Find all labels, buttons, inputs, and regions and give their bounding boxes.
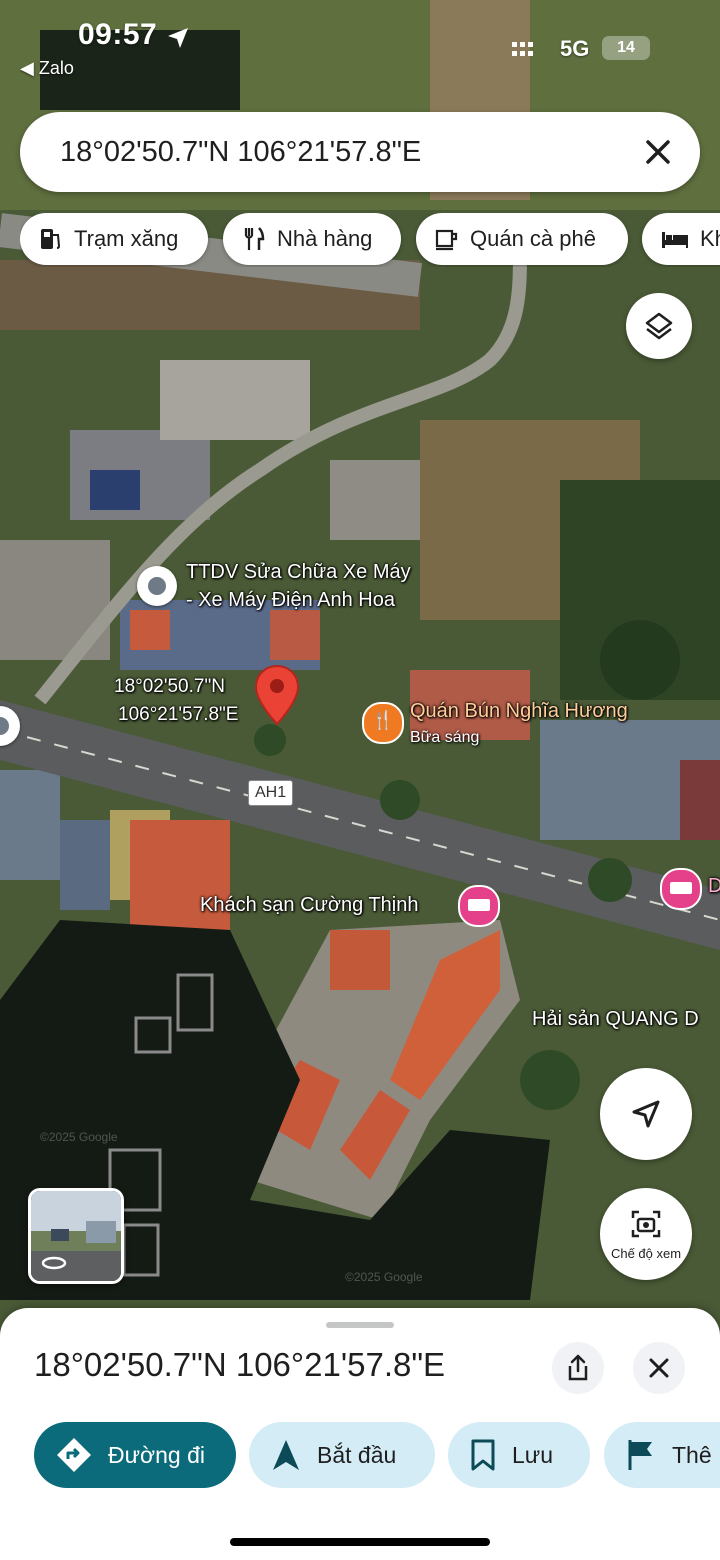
add-label-text: Thê — [672, 1441, 712, 1468]
bookmark-icon — [471, 1439, 495, 1471]
place-bottom-sheet[interactable]: 18°02'50.7"N 106°21'57.8"E Đường đi Bắt … — [0, 1308, 720, 1560]
save-label: Lưu — [512, 1441, 553, 1468]
street-view-thumbnail[interactable] — [28, 1188, 124, 1284]
place-marker-hotel-right[interactable] — [660, 868, 702, 910]
location-dot-icon — [0, 717, 9, 735]
chip-label: Trạm xăng — [74, 226, 179, 251]
back-to-app-link[interactable]: ◀ Zalo — [20, 58, 74, 79]
my-location-button[interactable] — [600, 1068, 692, 1160]
add-label-button[interactable]: Thê — [604, 1422, 720, 1488]
place-category-noodle: Bữa sáng — [410, 729, 480, 746]
save-button[interactable]: Lưu — [448, 1422, 590, 1488]
place-marker-restaurant[interactable]: 🍴 — [362, 702, 404, 744]
battery-icon: 14 — [602, 36, 650, 60]
start-label: Bắt đầu — [317, 1441, 397, 1468]
chip-gas-station[interactable]: Trạm xăng — [20, 213, 208, 265]
network-type: 5G — [560, 36, 590, 61]
directions-button[interactable]: Đường đi — [34, 1422, 236, 1488]
view-mode-label: Chế độ xem — [610, 1246, 682, 1261]
bed-icon — [468, 899, 490, 911]
place-label-repair-line1[interactable]: TTDV Sửa Chữa Xe Máy — [186, 561, 411, 584]
status-time: 09:57 — [78, 18, 158, 51]
road-shield: AH1 — [248, 780, 294, 806]
place-marker-repair[interactable] — [137, 566, 177, 606]
battery-level: 14 — [617, 39, 635, 56]
place-label-seafood[interactable]: Hải sản QUANG D — [532, 1008, 699, 1031]
action-buttons: Đường đi Bắt đầu Lưu Thê — [0, 1422, 720, 1492]
layers-button[interactable] — [626, 293, 692, 359]
location-dot-icon — [148, 577, 166, 595]
navigation-arrow-icon — [632, 1100, 660, 1128]
place-label-hotel[interactable]: Khách sạn Cường Thịnh — [200, 894, 419, 917]
share-icon — [568, 1354, 588, 1381]
search-input[interactable]: 18°02'50.7"N 106°21'57.8"E — [60, 112, 421, 192]
fork-knife-icon: 🍴 — [371, 710, 395, 731]
map-pin-icon[interactable] — [254, 664, 300, 726]
view-mode-button[interactable]: Chế độ xem — [600, 1188, 692, 1280]
gas-station-icon — [41, 229, 61, 249]
chip-label: Kh — [700, 226, 720, 251]
chip-hotel[interactable]: Kh — [642, 213, 720, 265]
layers-icon — [645, 312, 673, 340]
pin-label-lat: 18°02'50.7"N — [114, 676, 225, 697]
directions-icon — [57, 1438, 91, 1472]
category-chips: Trạm xăng Nhà hàng Quán cà phê Kh — [20, 213, 720, 267]
chip-label: Nhà hàng — [277, 226, 373, 251]
place-title: 18°02'50.7"N 106°21'57.8"E — [34, 1346, 446, 1383]
hotel-icon — [662, 232, 688, 248]
status-bar: 09:57 ◀ Zalo 5G 14 — [0, 0, 720, 90]
close-icon — [649, 1358, 669, 1378]
chip-coffee[interactable]: Quán cà phê — [416, 213, 628, 265]
search-bar[interactable]: 18°02'50.7"N 106°21'57.8"E — [20, 112, 700, 192]
place-label-noodle[interactable]: Quán Bún Nghĩa Hương — [410, 700, 628, 723]
location-arrow-icon — [168, 28, 188, 48]
signal-strength-icon — [512, 42, 533, 56]
pin-label-lng: 106°21'57.8"E — [118, 704, 239, 725]
close-icon[interactable] — [636, 130, 680, 174]
coffee-icon — [435, 229, 458, 251]
home-indicator[interactable] — [230, 1538, 490, 1546]
close-sheet-button[interactable] — [633, 1342, 685, 1394]
restaurant-icon — [244, 227, 265, 250]
start-button[interactable]: Bắt đầu — [249, 1422, 435, 1488]
camera-scan-icon — [631, 1210, 661, 1238]
place-label-repair-line2[interactable]: - Xe Máy Điện Anh Hoa — [186, 589, 395, 612]
navigation-arrow-icon — [273, 1440, 299, 1470]
directions-label: Đường đi — [108, 1441, 205, 1468]
bed-icon — [670, 882, 692, 894]
share-button[interactable] — [552, 1342, 604, 1394]
drag-handle[interactable] — [326, 1322, 394, 1328]
map-watermark: ©2025 Google — [40, 1130, 118, 1144]
map-watermark: ©2025 Google — [345, 1270, 423, 1284]
chip-label: Quán cà phê — [470, 226, 596, 251]
flag-icon — [628, 1440, 652, 1470]
place-label-right-edge[interactable]: D — [708, 875, 720, 898]
rotate-360-icon — [41, 1256, 67, 1270]
chip-restaurant[interactable]: Nhà hàng — [223, 213, 401, 265]
place-marker-hotel[interactable] — [458, 885, 500, 927]
